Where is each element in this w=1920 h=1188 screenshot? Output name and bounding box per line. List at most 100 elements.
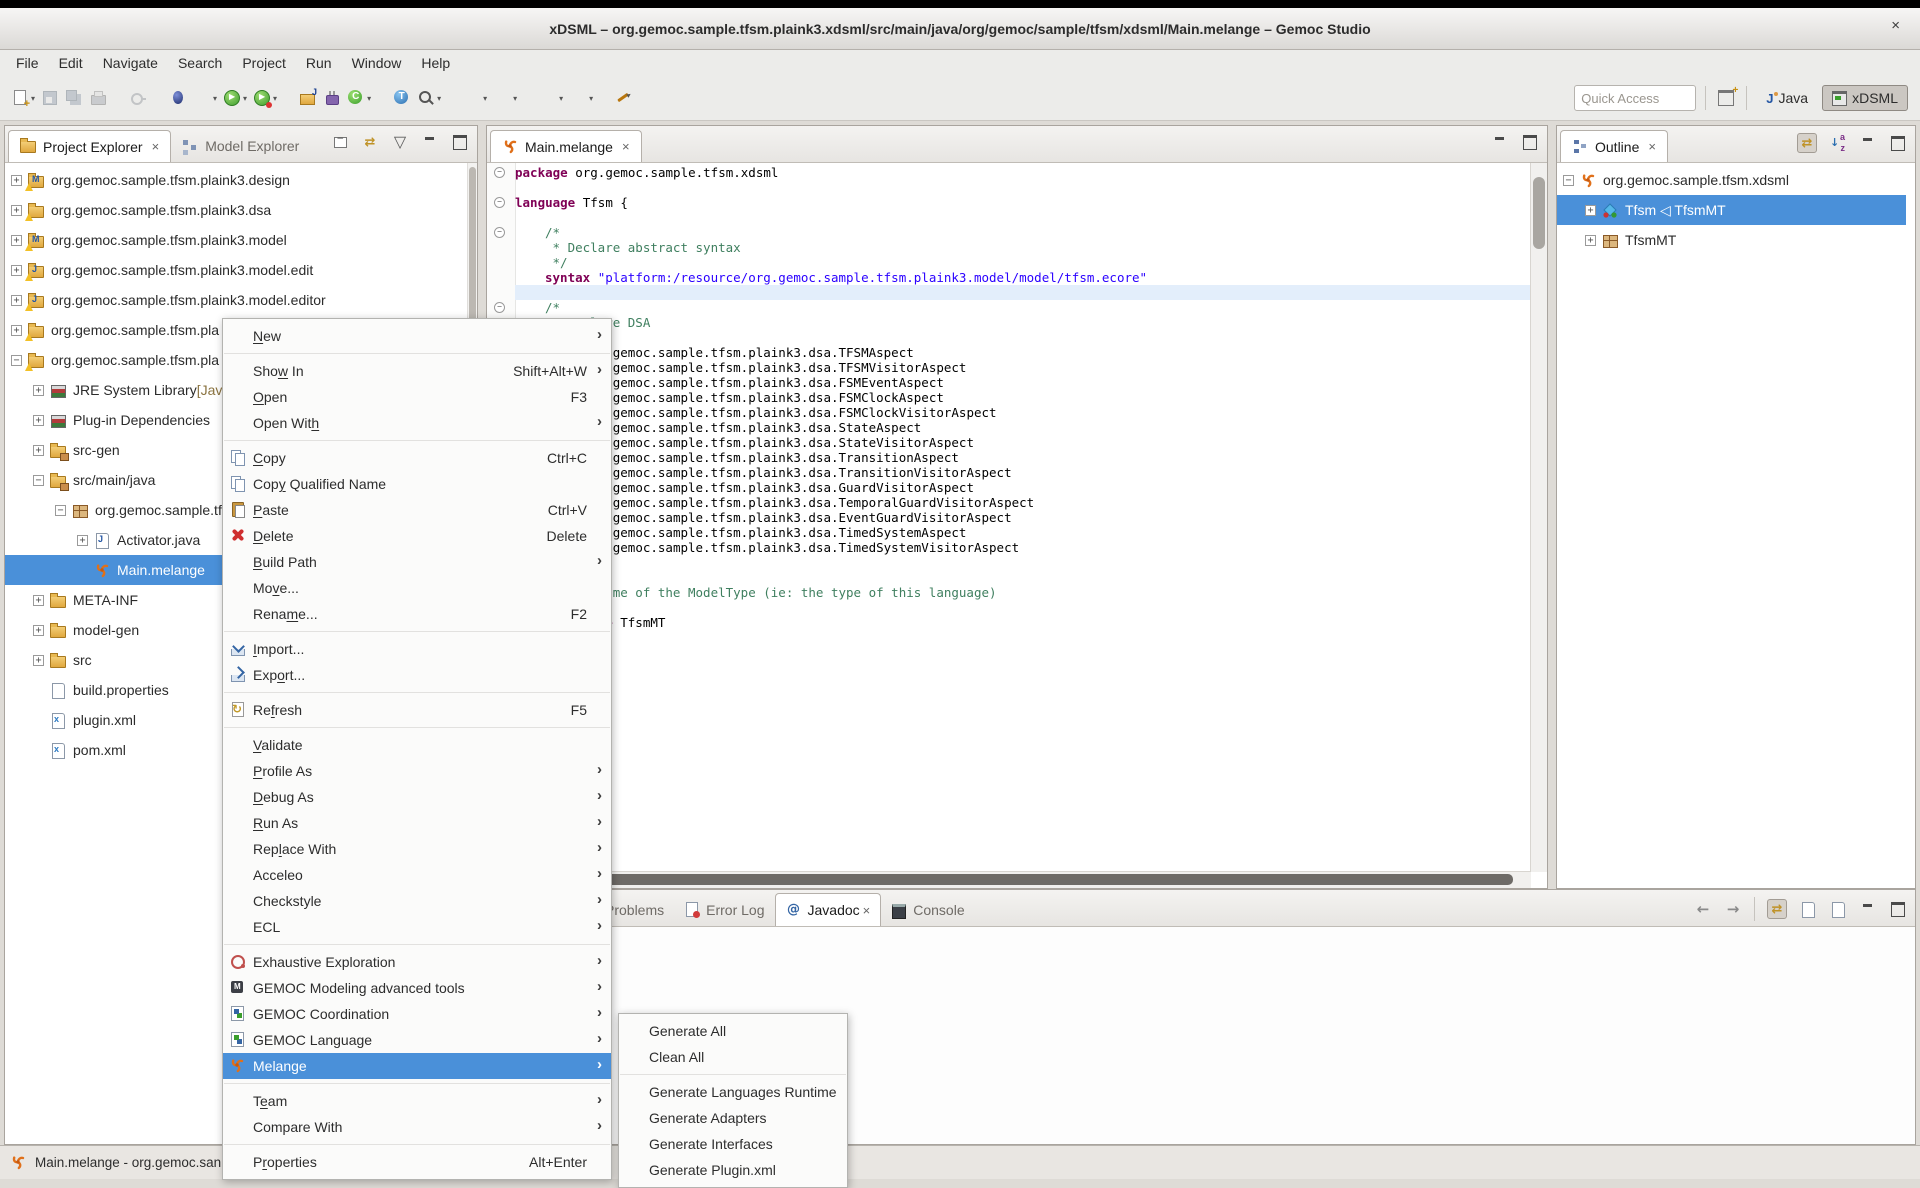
context-menu-item-acceleo[interactable]: Acceleo› (223, 862, 611, 888)
tree-expander-plus-icon[interactable]: + (11, 175, 22, 186)
editor-horizontal-scrollbar[interactable] (487, 871, 1531, 888)
menubar-item-help[interactable]: Help (411, 52, 460, 74)
skip-all-breakpoints-button[interactable]: ▾ (190, 84, 220, 112)
context-menu-item-gemoc-language[interactable]: GEMOC Language› (223, 1027, 611, 1053)
submenu-item-generate-plugin-xml[interactable]: Generate Plugin.xml (619, 1157, 847, 1183)
view-menu-button[interactable]: ▽ (391, 133, 409, 151)
context-menu-item-properties[interactable]: PropertiesAlt+Enter (223, 1149, 611, 1175)
dropdown-caret-icon[interactable]: ▾ (367, 94, 371, 103)
sort-button[interactable]: ↓ (1829, 134, 1847, 152)
tree-expander-plus-icon[interactable]: + (33, 385, 44, 396)
tab-project-explorer[interactable]: Project Explorer × (8, 130, 171, 162)
show-in-browser-button[interactable] (1829, 900, 1847, 918)
close-icon[interactable]: × (863, 903, 871, 918)
search-button[interactable]: ▾ (414, 84, 444, 112)
context-menu-item-ecl[interactable]: ECL› (223, 914, 611, 940)
context-menu-item-build-path[interactable]: Build Path› (223, 549, 611, 575)
outline-item-tfsm-tfsmmt[interactable]: +Tfsm ◁ TfsmMT (1557, 195, 1906, 225)
link-with-editor-button[interactable]: ⇄ (361, 133, 379, 151)
dropdown-caret-icon[interactable]: ▾ (31, 94, 35, 103)
context-menu-item-import[interactable]: Import... (223, 636, 611, 662)
context-menu-item-open[interactable]: OpenF3 (223, 384, 611, 410)
tree-expander-plus-icon[interactable]: + (11, 325, 22, 336)
editor-vertical-scrollbar[interactable] (1530, 163, 1547, 872)
run-last-launched-button[interactable]: ▾ (250, 84, 280, 112)
tab-main-melange[interactable]: Main.melange × (490, 130, 642, 162)
menubar-item-run[interactable]: Run (296, 52, 342, 74)
project-item-org-gemoc-sample-tfsm-plaink3-model[interactable]: +Morg.gemoc.sample.tfsm.plaink3.model (5, 225, 468, 255)
maximize-button[interactable] (1889, 134, 1907, 152)
dropdown-caret-icon[interactable]: ▾ (437, 94, 441, 103)
run-button[interactable]: ▾ (220, 84, 250, 112)
tree-expander-plus-icon[interactable]: + (33, 415, 44, 426)
tree-expander-minus-icon[interactable]: − (33, 475, 44, 486)
submenu-item-generate-languages-runtime[interactable]: Generate Languages Runtime (619, 1079, 847, 1105)
dropdown-caret-icon[interactable]: ▾ (213, 94, 217, 103)
open-type-button[interactable] (390, 84, 414, 112)
new-java-project-button[interactable] (296, 84, 320, 112)
close-icon[interactable]: × (1648, 139, 1656, 154)
context-menu-item-melange[interactable]: Melange› (223, 1053, 611, 1079)
link-with-selection-button[interactable]: ⇄ (1767, 899, 1787, 919)
close-icon[interactable]: × (152, 139, 160, 154)
outline-item-org-gemoc-sample-tfsm-xdsml[interactable]: −org.gemoc.sample.tfsm.xdsml (1557, 165, 1906, 195)
tree-expander-plus-icon[interactable]: + (11, 295, 22, 306)
context-menu-item-copy[interactable]: CopyCtrl+C (223, 445, 611, 471)
context-menu-item-debug-as[interactable]: Debug As› (223, 784, 611, 810)
context-menu-item-show-in[interactable]: Show InShift+Alt+W› (223, 358, 611, 384)
tree-expander-plus-icon[interactable]: + (33, 595, 44, 606)
tree-expander-plus-icon[interactable]: + (1585, 235, 1596, 246)
tree-expander-plus-icon[interactable]: + (11, 205, 22, 216)
minimize-button[interactable] (421, 133, 439, 151)
dropdown-caret-icon[interactable]: ▾ (589, 94, 593, 103)
context-menu-item-copy-qualified-name[interactable]: Copy Qualified Name (223, 471, 611, 497)
project-item-org-gemoc-sample-tfsm-plaink3-dsa[interactable]: +org.gemoc.sample.tfsm.plaink3.dsa (5, 195, 468, 225)
tree-expander-plus-icon[interactable]: + (11, 265, 22, 276)
dropdown-caret-icon[interactable]: ▾ (273, 94, 277, 103)
project-item-org-gemoc-sample-tfsm-plaink3-model-edit[interactable]: +Jorg.gemoc.sample.tfsm.plaink3.model.ed… (5, 255, 468, 285)
tree-expander-plus-icon[interactable]: + (77, 535, 88, 546)
outline-item-tfsmmt[interactable]: +TfsmMT (1557, 225, 1906, 255)
maximize-button[interactable] (1521, 133, 1539, 151)
fold-collapse-icon[interactable]: − (494, 302, 505, 313)
open-perspective-button[interactable] (1715, 84, 1737, 112)
menubar-item-navigate[interactable]: Navigate (93, 52, 168, 74)
fold-collapse-icon[interactable]: − (494, 227, 505, 238)
link-with-editor-button[interactable]: ⇄ (1797, 133, 1817, 153)
context-menu-item-new[interactable]: New› (223, 323, 611, 349)
context-menu-item-team[interactable]: Team› (223, 1088, 611, 1114)
menubar-item-window[interactable]: Window (342, 52, 412, 74)
context-menu-item-profile-as[interactable]: Profile As› (223, 758, 611, 784)
tree-expander-plus-icon[interactable]: + (33, 445, 44, 456)
context-menu-item-compare-with[interactable]: Compare With› (223, 1114, 611, 1140)
context-menu-item-export[interactable]: Export... (223, 662, 611, 688)
next-annotation-button[interactable]: ▾ (490, 84, 520, 112)
submenu-item-generate-all[interactable]: Generate All (619, 1018, 847, 1044)
submenu-item-generate-adapters[interactable]: Generate Adapters (619, 1105, 847, 1131)
menubar-item-edit[interactable]: Edit (49, 52, 93, 74)
context-menu-item-refresh[interactable]: RefreshF5 (223, 697, 611, 723)
tab-javadoc[interactable]: @ Javadoc × (775, 893, 882, 926)
nav-back-button[interactable]: ← (1694, 900, 1712, 918)
submenu-item-generate-interfaces[interactable]: Generate Interfaces (619, 1131, 847, 1157)
quick-access-input[interactable] (1574, 85, 1696, 111)
minimize-button[interactable] (1491, 133, 1509, 151)
tab-console[interactable]: Console (881, 894, 974, 926)
minimize-button[interactable] (1859, 900, 1877, 918)
context-menu-item-move[interactable]: Move... (223, 575, 611, 601)
project-item-org-gemoc-sample-tfsm-plaink3-model-editor[interactable]: +Jorg.gemoc.sample.tfsm.plaink3.model.ed… (5, 285, 468, 315)
context-menu-item-gemoc-modeling-advanced-tools[interactable]: GEMOC Modeling advanced tools› (223, 975, 611, 1001)
tree-expander-plus-icon[interactable]: + (33, 625, 44, 636)
context-menu-item-run-as[interactable]: Run As› (223, 810, 611, 836)
collapse-all-button[interactable] (331, 133, 349, 151)
tree-expander-plus-icon[interactable]: + (1585, 205, 1596, 216)
tab-model-explorer[interactable]: Model Explorer (171, 130, 310, 162)
dropdown-caret-icon[interactable]: ▾ (483, 94, 487, 103)
tab-error-log[interactable]: Error Log (674, 894, 774, 926)
context-menu-item-gemoc-coordination[interactable]: GEMOC Coordination› (223, 1001, 611, 1027)
menubar-item-search[interactable]: Search (168, 52, 232, 74)
fold-collapse-icon[interactable]: − (494, 197, 505, 208)
fold-collapse-icon[interactable]: − (494, 167, 505, 178)
window-close-icon[interactable]: × (1891, 17, 1900, 34)
tree-expander-minus-icon[interactable]: − (55, 505, 66, 516)
